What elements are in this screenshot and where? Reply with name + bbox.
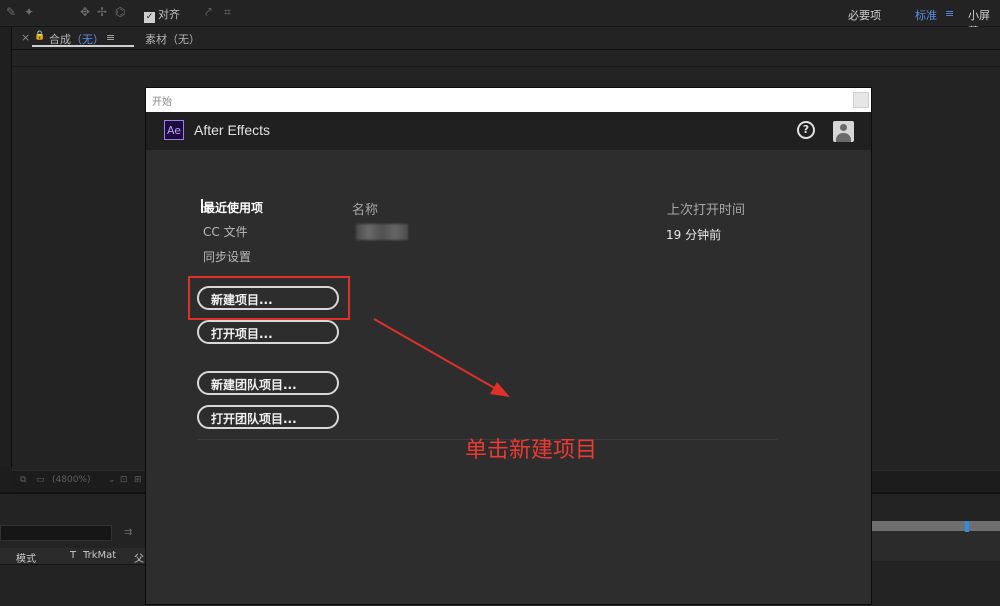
annotation-text: 单击新建项目 — [465, 438, 598, 463]
annotation-arrow — [373, 318, 510, 397]
